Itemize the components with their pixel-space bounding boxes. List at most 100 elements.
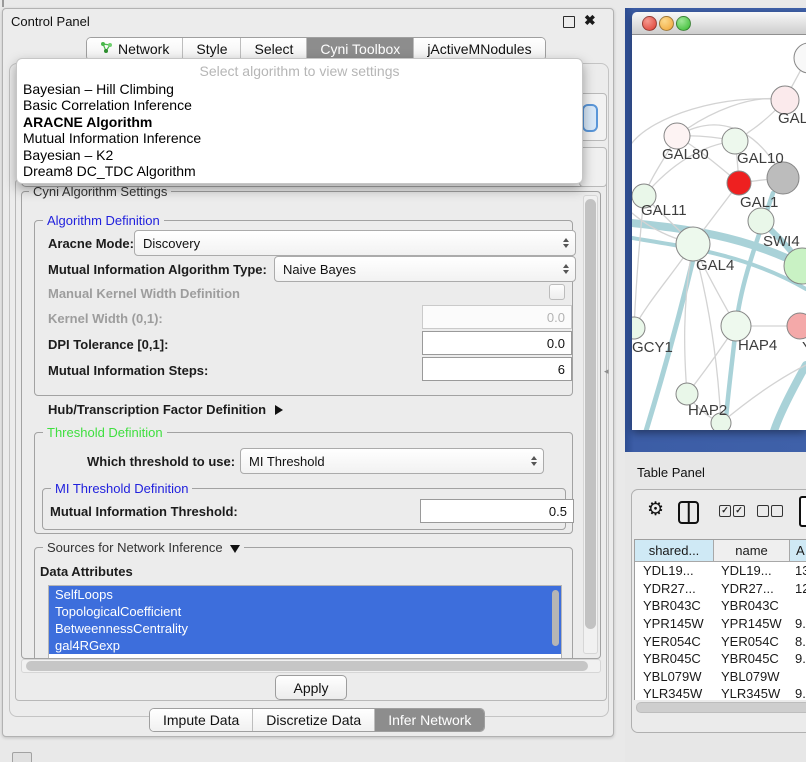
mi-threshold-field[interactable]: 0.5 xyxy=(420,499,574,523)
table-cell[interactable]: YBR045C xyxy=(713,651,789,666)
table-cell[interactable]: YER054C xyxy=(635,634,713,649)
table-row[interactable]: YDL19...YDL19...13 xyxy=(635,562,806,580)
mi-type-combobox[interactable]: Naive Bayes xyxy=(274,256,576,282)
checked-box-icon[interactable]: ✓ xyxy=(733,505,745,517)
table-row[interactable]: YBL079WYBL079W xyxy=(635,668,806,686)
table-header-name[interactable]: name xyxy=(714,540,790,562)
manual-kernel-checkbox[interactable] xyxy=(549,284,565,300)
table-cell[interactable]: 8. xyxy=(789,634,806,649)
network-canvas[interactable]: GALGAL80GAL10GAL1GAL11SWI4GAL4GCY1HAP4YH… xyxy=(632,35,806,430)
attribute-list-item[interactable]: gal4RGexp xyxy=(49,637,561,654)
kernel-width-field[interactable]: 0.0 xyxy=(422,305,572,329)
algorithm-dropdown[interactable]: Select algorithm to view settings Bayesi… xyxy=(16,58,583,184)
algorithm-option[interactable]: ARACNE Algorithm xyxy=(17,114,582,130)
table-cell[interactable]: YBL079W xyxy=(635,669,713,684)
table-cell[interactable]: YER054C xyxy=(713,634,789,649)
settings-hscrollbar-thumb[interactable] xyxy=(26,661,588,671)
combo-arrows-icon xyxy=(531,456,537,466)
mi-steps-field[interactable]: 6 xyxy=(422,357,572,381)
gear-icon[interactable]: ⚙ xyxy=(647,500,664,520)
table-row[interactable]: YPR145WYPR145W9. xyxy=(635,615,806,633)
table-cell[interactable]: YDL19... xyxy=(635,563,713,578)
tab-jactivemnodules[interactable]: jActiveMNodules xyxy=(413,38,544,60)
tab-discretize-data[interactable]: Discretize Data xyxy=(252,709,374,731)
table-row[interactable]: YBR045CYBR045C9. xyxy=(635,650,806,668)
table-cell[interactable]: YDL19... xyxy=(713,563,789,578)
tab-cyni-toolbox[interactable]: Cyni Toolbox xyxy=(306,38,413,60)
checked-box-icon[interactable]: ✓ xyxy=(719,505,731,517)
table-cell[interactable]: 9. xyxy=(789,616,806,631)
attribute-list-item[interactable]: SelfLoops xyxy=(49,586,561,603)
table-cell[interactable]: YBR045C xyxy=(635,651,713,666)
algorithm-option[interactable]: Bayesian – Hill Climbing xyxy=(17,81,582,97)
network-node[interactable] xyxy=(676,227,710,261)
tab-label: Infer Network xyxy=(388,712,471,728)
network-node[interactable] xyxy=(632,317,645,339)
collapsed-panel-button[interactable] xyxy=(12,752,32,762)
manual-kernel-label: Manual Kernel Width Definition xyxy=(48,286,240,301)
table-cell[interactable]: 13 xyxy=(789,563,806,578)
network-node[interactable] xyxy=(727,171,751,195)
table-cell[interactable]: YBR043C xyxy=(635,598,713,613)
mac-minimize-icon[interactable] xyxy=(659,16,674,31)
table-cell[interactable]: YLR345W xyxy=(713,686,789,700)
table-cell[interactable]: 12 xyxy=(789,581,806,596)
network-node[interactable] xyxy=(787,313,806,339)
network-edge[interactable] xyxy=(774,365,806,430)
table-cell[interactable]: YDR27... xyxy=(713,581,789,596)
apply-button-label: Apply xyxy=(293,680,328,696)
table-cell[interactable]: YBL079W xyxy=(713,669,789,684)
network-node[interactable] xyxy=(794,43,806,73)
network-node[interactable] xyxy=(748,208,774,234)
attribute-list-item[interactable]: TopologicalCoefficient xyxy=(49,603,561,620)
settings-hscrollbar[interactable] xyxy=(21,659,601,673)
table-cell[interactable]: YDR27... xyxy=(635,581,713,596)
aracne-mode-combobox[interactable]: Discovery xyxy=(134,230,576,256)
list-scrollbar[interactable] xyxy=(551,588,560,652)
table-row[interactable]: YER054CYER054C8. xyxy=(635,632,806,650)
table-header-shared-name[interactable]: shared... xyxy=(635,540,714,562)
apply-button[interactable]: Apply xyxy=(275,675,347,700)
tab-impute-data[interactable]: Impute Data xyxy=(150,709,252,731)
sources-group-title[interactable]: Sources for Network Inference xyxy=(43,540,244,555)
table-hscrollbar[interactable] xyxy=(636,702,806,713)
table-cell[interactable]: YPR145W xyxy=(713,616,789,631)
algorithm-option[interactable]: Mutual Information Inference xyxy=(17,130,582,146)
mac-close-icon[interactable] xyxy=(642,16,657,31)
dpi-tolerance-field[interactable]: 0.0 xyxy=(422,331,572,355)
table-cell[interactable]: YLR345W xyxy=(635,686,713,700)
algorithm-option[interactable]: Bayesian – K2 xyxy=(17,147,582,163)
network-window-titlebar[interactable] xyxy=(632,12,806,35)
hub-definition-expander[interactable]: Hub/Transcription Factor Definition xyxy=(48,402,283,417)
algorithm-option[interactable]: Dream8 DC_TDC Algorithm xyxy=(17,163,582,179)
network-desktop: GALGAL80GAL10GAL1GAL11SWI4GAL4GCY1HAP4YH… xyxy=(625,8,806,452)
table-row[interactable]: YDR27...YDR27...12 xyxy=(635,580,806,598)
mac-zoom-icon[interactable] xyxy=(676,16,691,31)
panel-splitter-handle[interactable]: ◂ xyxy=(604,366,609,377)
unchecked-box-icon[interactable] xyxy=(771,505,783,517)
attribute-list-item[interactable]: BetweennessCentrality xyxy=(49,620,561,637)
table-cell[interactable]: 9. xyxy=(789,686,806,700)
close-icon[interactable]: ✖ xyxy=(584,12,596,29)
kernel-width-value: 0.0 xyxy=(547,310,565,325)
tab-style[interactable]: Style xyxy=(182,38,240,60)
document-icon[interactable] xyxy=(799,496,806,527)
table-row[interactable]: YLR345WYLR345W9. xyxy=(635,685,806,700)
columns-icon[interactable] xyxy=(678,501,699,524)
table-cell[interactable]: YBR043C xyxy=(713,598,789,613)
list-scrollbar-thumb[interactable] xyxy=(552,590,559,646)
tab-select[interactable]: Select xyxy=(240,38,306,60)
settings-scrollbar[interactable] xyxy=(583,195,598,654)
table-row[interactable]: YBR043CYBR043C xyxy=(635,597,806,615)
network-graph[interactable]: GALGAL80GAL10GAL1GAL11SWI4GAL4GCY1HAP4YH… xyxy=(632,35,806,430)
table-cell[interactable]: 9. xyxy=(789,651,806,666)
table-cell[interactable]: YPR145W xyxy=(635,616,713,631)
tab-network[interactable]: Network xyxy=(87,38,182,60)
unchecked-box-icon[interactable] xyxy=(757,505,769,517)
algorithm-option[interactable]: Basic Correlation Inference xyxy=(17,97,582,113)
which-threshold-combobox[interactable]: MI Threshold xyxy=(240,448,544,474)
tab-infer-network[interactable]: Infer Network xyxy=(374,709,484,731)
settings-scrollbar-thumb[interactable] xyxy=(585,199,596,629)
table-header-col3[interactable]: A xyxy=(790,540,806,562)
float-icon[interactable] xyxy=(563,16,575,28)
